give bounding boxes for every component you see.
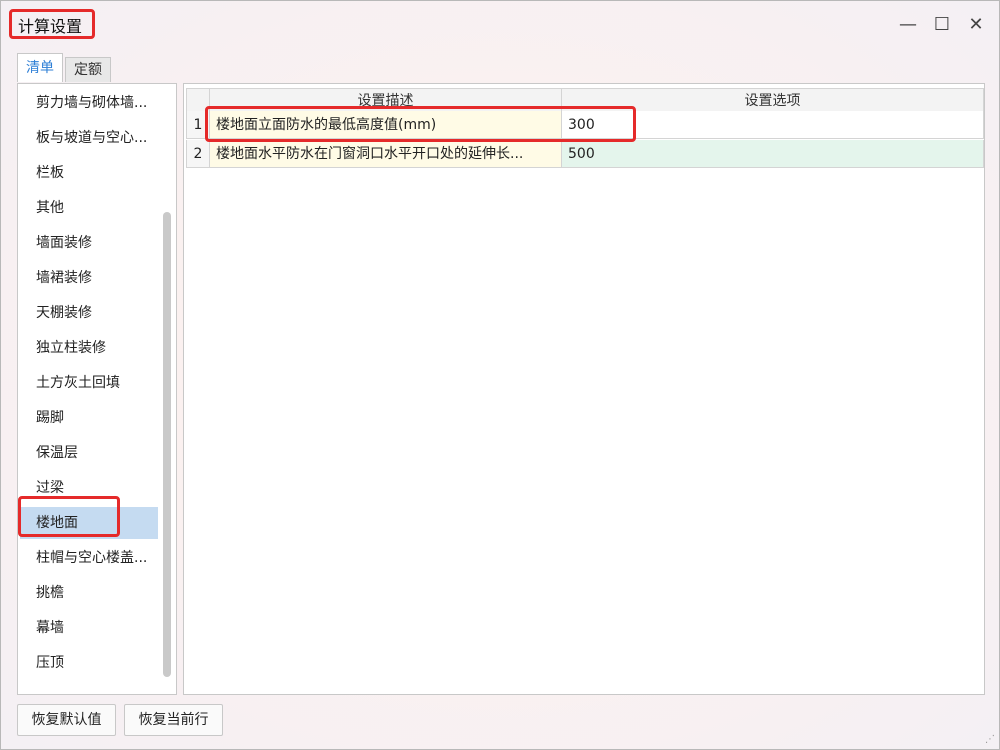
list-item[interactable]: 墙面装修 <box>20 227 158 259</box>
title-bar: 计算设置 — ☐ ✕ <box>1 1 999 49</box>
list-item[interactable]: 独立柱装修 <box>20 332 158 364</box>
list-item[interactable]: 幕墙 <box>20 612 158 644</box>
list-item[interactable]: 墙裙装修 <box>20 262 158 294</box>
row-number: 2 <box>186 140 210 168</box>
list-item[interactable]: 板与坡道与空心... <box>20 122 158 154</box>
list-item[interactable]: 挑檐 <box>20 577 158 609</box>
maximize-button[interactable]: ☐ <box>930 13 954 37</box>
close-button[interactable]: ✕ <box>964 13 988 37</box>
row-description: 楼地面水平防水在门窗洞口水平开口处的延伸长... <box>210 140 562 168</box>
calc-settings-window: 计算设置 — ☐ ✕ 清单 定额 剪力墙与砌体墙... 板与坡道与空心... 栏… <box>0 0 1000 750</box>
list-item[interactable]: 柱帽与空心楼盖... <box>20 542 158 574</box>
list-item[interactable]: 天棚装修 <box>20 297 158 329</box>
restore-row-button[interactable]: 恢复当前行 <box>124 704 223 736</box>
list-item[interactable]: 剪力墙与砌体墙... <box>20 87 158 119</box>
list-item[interactable]: 压顶 <box>20 647 158 679</box>
category-list: 剪力墙与砌体墙... 板与坡道与空心... 栏板 其他 墙面装修 墙裙装修 天棚… <box>17 83 177 695</box>
list-item[interactable]: 其他 <box>20 192 158 224</box>
highlight-selected-item <box>18 496 120 537</box>
window-title: 计算设置 <box>9 9 95 39</box>
list-item[interactable]: 土方灰土回填 <box>20 367 158 399</box>
highlight-row-1 <box>205 106 636 142</box>
tab-quota[interactable]: 定额 <box>65 57 111 82</box>
restore-default-button[interactable]: 恢复默认值 <box>17 704 116 736</box>
table-row[interactable]: 2 楼地面水平防水在门窗洞口水平开口处的延伸长... 500 <box>186 140 984 168</box>
list-scrollbar[interactable] <box>163 212 171 677</box>
list-item[interactable]: 栏板 <box>20 157 158 189</box>
resize-grip-icon[interactable]: ⋰ <box>985 734 995 745</box>
list-item[interactable]: 踢脚 <box>20 402 158 434</box>
list-item[interactable]: 保温层 <box>20 437 158 469</box>
tab-bill[interactable]: 清单 <box>17 53 63 82</box>
minimize-button[interactable]: — <box>896 13 920 37</box>
row-value[interactable]: 500 <box>562 140 984 168</box>
settings-grid: 设置描述 设置选项 1 楼地面立面防水的最低高度值(mm) 300 2 楼地面水… <box>183 83 985 695</box>
